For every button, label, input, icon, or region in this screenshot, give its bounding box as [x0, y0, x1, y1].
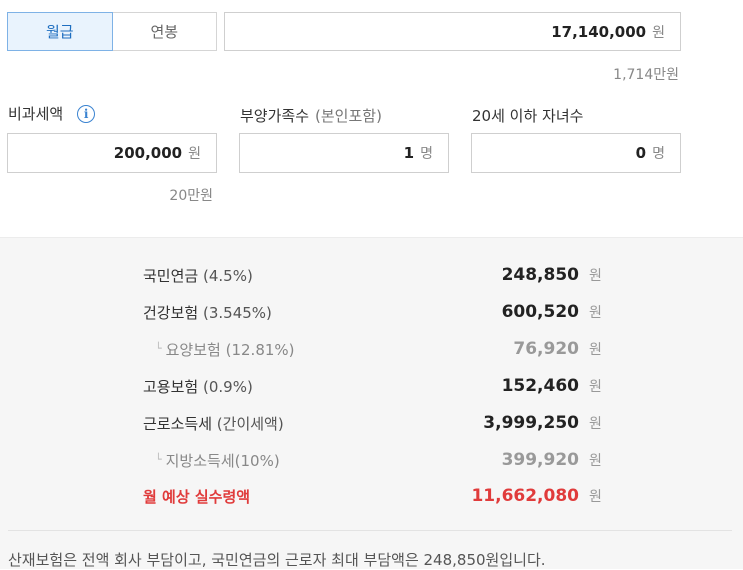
- pay-type-toggle: 월급 연봉: [7, 12, 217, 51]
- result-amount: 399,920: [501, 450, 579, 470]
- result-name: └ 요양보험 (12.81%): [143, 339, 513, 360]
- dependents-label-text: 부양가족수: [240, 107, 310, 125]
- result-name-text: 근로소득세: [143, 414, 213, 433]
- result-name-text: 요양보험: [165, 340, 221, 359]
- nontaxable-label: 비과세액 i: [8, 103, 96, 124]
- result-name-text: 국민연금: [143, 266, 199, 285]
- result-name: └ 지방소득세(10%): [143, 450, 502, 471]
- result-row-employment: 고용보험 (0.9%) 152,460 원: [143, 374, 603, 398]
- dependents-label: 부양가족수 (본인포함): [240, 105, 382, 126]
- result-pct: (12.81%): [225, 340, 295, 359]
- dependents-unit: 명: [420, 146, 433, 162]
- result-unit: 원: [589, 305, 602, 321]
- annual-option[interactable]: 연봉: [111, 13, 217, 50]
- children-label: 20세 이하 자녀수: [472, 105, 583, 126]
- result-unit: 원: [589, 379, 602, 395]
- result-name: 국민연금 (4.5%): [143, 265, 502, 286]
- result-amount: 76,920: [513, 339, 579, 359]
- result-pct: (4.5%): [202, 266, 253, 285]
- salary-value: 17,140,000: [551, 22, 647, 41]
- result-row-health: 건강보험 (3.545%) 600,520 원: [143, 300, 603, 324]
- salary-input[interactable]: 17,140,000 원: [224, 12, 681, 51]
- result-pct: (3.545%): [202, 303, 272, 322]
- result-unit: 원: [589, 342, 602, 358]
- children-label-text: 20세 이하 자녀수: [472, 107, 584, 125]
- nontaxable-hint: 20만원: [169, 188, 213, 204]
- result-name: 건강보험 (3.545%): [143, 302, 502, 323]
- corner-icon: └: [155, 452, 162, 466]
- salary-hint: 1,714만원: [613, 67, 679, 83]
- result-name-text: 고용보험: [143, 377, 199, 396]
- children-unit: 명: [652, 146, 665, 162]
- result-unit: 원: [589, 489, 602, 505]
- result-amount: 152,460: [501, 376, 579, 396]
- salary-unit: 원: [652, 24, 665, 41]
- result-pct: (0.9%): [202, 377, 253, 396]
- info-icon[interactable]: i: [77, 104, 96, 123]
- result-unit: 원: [589, 453, 602, 469]
- result-name: 월 예상 실수령액: [143, 487, 251, 506]
- result-name-text: 건강보험: [143, 303, 199, 322]
- result-row-net-pay: 월 예상 실수령액 11,662,080 원: [143, 484, 603, 508]
- result-pct: (간이세액): [216, 414, 284, 433]
- result-row-care: └ 요양보험 (12.81%) 76,920 원: [143, 337, 603, 361]
- dependents-value: 1: [403, 144, 415, 162]
- result-row-local-tax: └ 지방소득세(10%) 399,920 원: [143, 448, 603, 472]
- result-amount: 248,850: [501, 265, 579, 285]
- result-amount: 3,999,250: [483, 413, 579, 433]
- children-value: 0: [635, 144, 647, 162]
- divider: [8, 530, 732, 531]
- footer-note: 산재보험은 전액 회사 부담이고, 국민연금의 근로자 최대 부담액은 248,…: [8, 551, 546, 569]
- result-unit: 원: [589, 416, 602, 432]
- result-name: 고용보험 (0.9%): [143, 376, 502, 397]
- dependents-label-sub: (본인포함): [315, 107, 382, 125]
- nontaxable-unit: 원: [188, 146, 201, 162]
- monthly-option[interactable]: 월급: [7, 12, 113, 51]
- nontaxable-label-text: 비과세액: [8, 105, 64, 123]
- result-row-income-tax: 근로소득세 (간이세액) 3,999,250 원: [143, 411, 603, 435]
- dependents-input[interactable]: 1 명: [239, 133, 449, 173]
- result-name: 근로소득세 (간이세액): [143, 413, 483, 434]
- corner-icon: └: [155, 341, 162, 355]
- nontaxable-value: 200,000: [113, 144, 183, 162]
- result-amount: 11,662,080: [471, 486, 579, 506]
- nontaxable-input[interactable]: 200,000 원: [7, 133, 217, 173]
- result-name-text: 지방소득세(10%): [165, 451, 280, 470]
- children-input[interactable]: 0 명: [471, 133, 681, 173]
- result-row-pension: 국민연금 (4.5%) 248,850 원: [143, 263, 603, 287]
- result-amount: 600,520: [501, 302, 579, 322]
- result-unit: 원: [589, 268, 602, 284]
